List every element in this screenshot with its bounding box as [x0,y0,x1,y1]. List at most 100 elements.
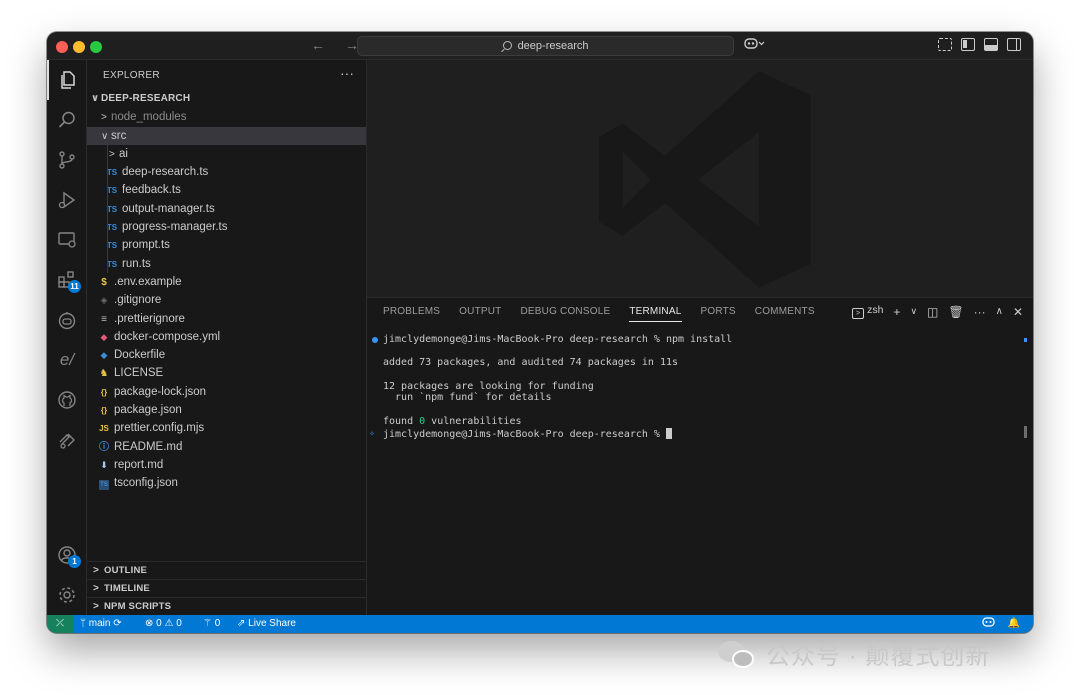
sparkle-icon: ✧ [369,427,376,439]
ports-indicator[interactable]: ⚚ 0 [203,615,220,633]
tab-terminal[interactable]: TERMINAL [629,306,682,322]
tree-item-deep-research-ts[interactable]: TS deep-research.ts [87,163,366,182]
tree-item-dockerfile[interactable]: ◆ Dockerfile [87,346,366,364]
chevron-down-icon: ∨ [101,130,109,142]
vscode-logo-watermark-icon [599,71,811,288]
docker-compose-icon: ◆ [100,331,108,342]
license-icon: ♞ [99,368,109,380]
tree-item-node-modules[interactable]: > node_modules [87,108,366,126]
accounts-icon[interactable]: 1 [47,535,87,575]
problems-indicator[interactable]: ⊗ 0 ⚠ 0 [145,615,182,633]
tree-item-progress-manager-ts[interactable]: TS progress-manager.ts [87,218,366,237]
file-tree: ∨ DEEP-RESEARCH > node_modules ∨ src > ai TS… [87,90,366,493]
branch-indicator[interactable]: ᛘ main ⟳ [80,615,122,633]
close-panel-icon[interactable]: ✕ [1013,305,1023,319]
tree-item-src[interactable]: ∨ src [87,126,366,145]
terminal-icon: > [852,308,865,319]
toggle-panel-icon[interactable] [984,38,998,51]
accounts-badge: 1 [68,555,81,568]
tree-item-license[interactable]: ♞ LICENSE [87,364,366,382]
chevron-right-icon: > [93,583,100,594]
tab-problems[interactable]: PROBLEMS [383,306,440,322]
close-window-button[interactable] [56,41,68,53]
tree-item-feedback-ts[interactable]: TS feedback.ts [87,181,366,200]
tab-comments[interactable]: COMMENTS [755,306,815,322]
copilot-status-icon[interactable] [982,615,995,633]
git-branch-icon: ᛘ [80,618,89,629]
error-icon: ⊗ [145,618,157,629]
chevron-right-icon: > [93,601,100,612]
outline-section[interactable]: > OUTLINE [87,561,366,579]
explorer-icon[interactable] [47,60,87,100]
copilot-menu-icon[interactable] [744,37,766,53]
chevron-right-icon: > [93,565,100,576]
env-file-icon: $ [101,276,107,288]
tree-item-output-manager-ts[interactable]: TS output-manager.ts [87,199,366,219]
tree-item-prettierignore[interactable]: ≡ .prettierignore [87,310,366,328]
command-center-search[interactable]: deep-research [357,36,734,56]
terminal-line: run `npm fund` for details [383,392,552,404]
tree-item-readme[interactable]: ⓘ README.md [87,438,366,456]
new-terminal-icon[interactable]: + [893,305,900,319]
layout-controls [938,38,1021,51]
command-decoration-icon [372,337,378,343]
live-share-icon[interactable] [47,420,87,460]
vscode-window: ← → deep-research 11 e/ 1 EXPLORER ··· ∨… [47,32,1033,633]
tree-item-package-json[interactable]: {} package.json [87,401,366,419]
customize-layout-icon[interactable] [938,38,952,51]
tab-ports[interactable]: PORTS [701,306,736,322]
tree-item-gitignore[interactable]: ◈ .gitignore [87,291,366,309]
tree-item-prompt-ts[interactable]: TS prompt.ts [87,236,366,255]
tree-item-docker-compose[interactable]: ◆ docker-compose.yml [87,328,366,346]
terminal-line: 12 packages are looking for funding [383,380,594,392]
npm-scripts-section[interactable]: > NPM SCRIPTS [87,597,366,615]
explorer-more-icon[interactable]: ··· [340,65,354,81]
settings-gear-icon[interactable] [47,575,87,615]
toggle-sidebar-icon[interactable] [961,38,975,51]
source-control-icon[interactable] [47,140,87,180]
terminal-line: added 73 packages, and audited 74 packag… [383,357,679,369]
json-file-icon: {} [100,387,108,397]
json-file-icon: {} [100,406,108,416]
split-terminal-icon[interactable]: ◫ [927,305,938,319]
git-file-icon: ◈ [100,295,108,306]
maximize-panel-icon[interactable]: ∧ [996,306,1003,317]
tree-item-package-lock-json[interactable]: {} package-lock.json [87,383,366,401]
tab-output[interactable]: OUTPUT [459,306,501,322]
timeline-section[interactable]: > TIMELINE [87,579,366,597]
workspace-root[interactable]: ∨ DEEP-RESEARCH [87,90,366,108]
search-icon[interactable] [47,100,87,140]
chevron-down-icon[interactable]: ∨ [910,306,917,317]
tree-item-ai[interactable]: > ai [87,144,366,164]
command-center-text: deep-research [517,40,589,52]
minimize-window-button[interactable] [73,41,85,53]
wechat-icon [718,639,756,669]
terminal-shell-selector[interactable]: > zsh [852,304,883,319]
tree-item-run-ts[interactable]: TS run.ts [87,254,366,273]
docker-icon: ◆ [100,350,108,361]
terminal-output[interactable]: jimclydemonge@Jims-MacBook-Pro deep-rese… [367,334,1033,440]
activity-bar: 11 e/ 1 [47,60,87,615]
run-debug-icon[interactable] [47,180,87,220]
maximize-window-button[interactable] [90,41,102,53]
remote-indicator-icon[interactable]: ⤫ [47,615,73,633]
trash-icon[interactable]: 🗑 [948,305,963,319]
terminal-scrollbar[interactable] [1024,426,1027,438]
toggle-secondary-sidebar-icon[interactable] [1007,38,1021,51]
github-icon[interactable] [47,380,87,420]
extensions-icon[interactable]: 11 [47,260,87,300]
tree-item-env-example[interactable]: $ .env.example [87,273,366,291]
editor-area[interactable] [367,60,1033,297]
tree-item-tsconfig[interactable]: TS tsconfig.json [87,474,366,492]
more-actions-icon[interactable]: ··· [974,305,986,319]
notifications-bell-icon[interactable]: 🔔 [1008,615,1020,633]
chevron-down-icon: ∨ [91,93,100,104]
terminal-line: found 0 vulnerabilities [383,415,522,427]
tree-item-prettier-config[interactable]: JS prettier.config.mjs [87,419,366,437]
copilot-chat-icon[interactable] [47,300,87,340]
tree-item-report-md[interactable]: ⬇ report.md [87,456,366,474]
extension-label-icon[interactable]: e/ [47,340,87,380]
tab-debug-console[interactable]: DEBUG CONSOLE [520,306,610,322]
remote-explorer-icon[interactable] [47,220,87,260]
live-share-status[interactable]: ⇗ Live Share [237,615,296,633]
